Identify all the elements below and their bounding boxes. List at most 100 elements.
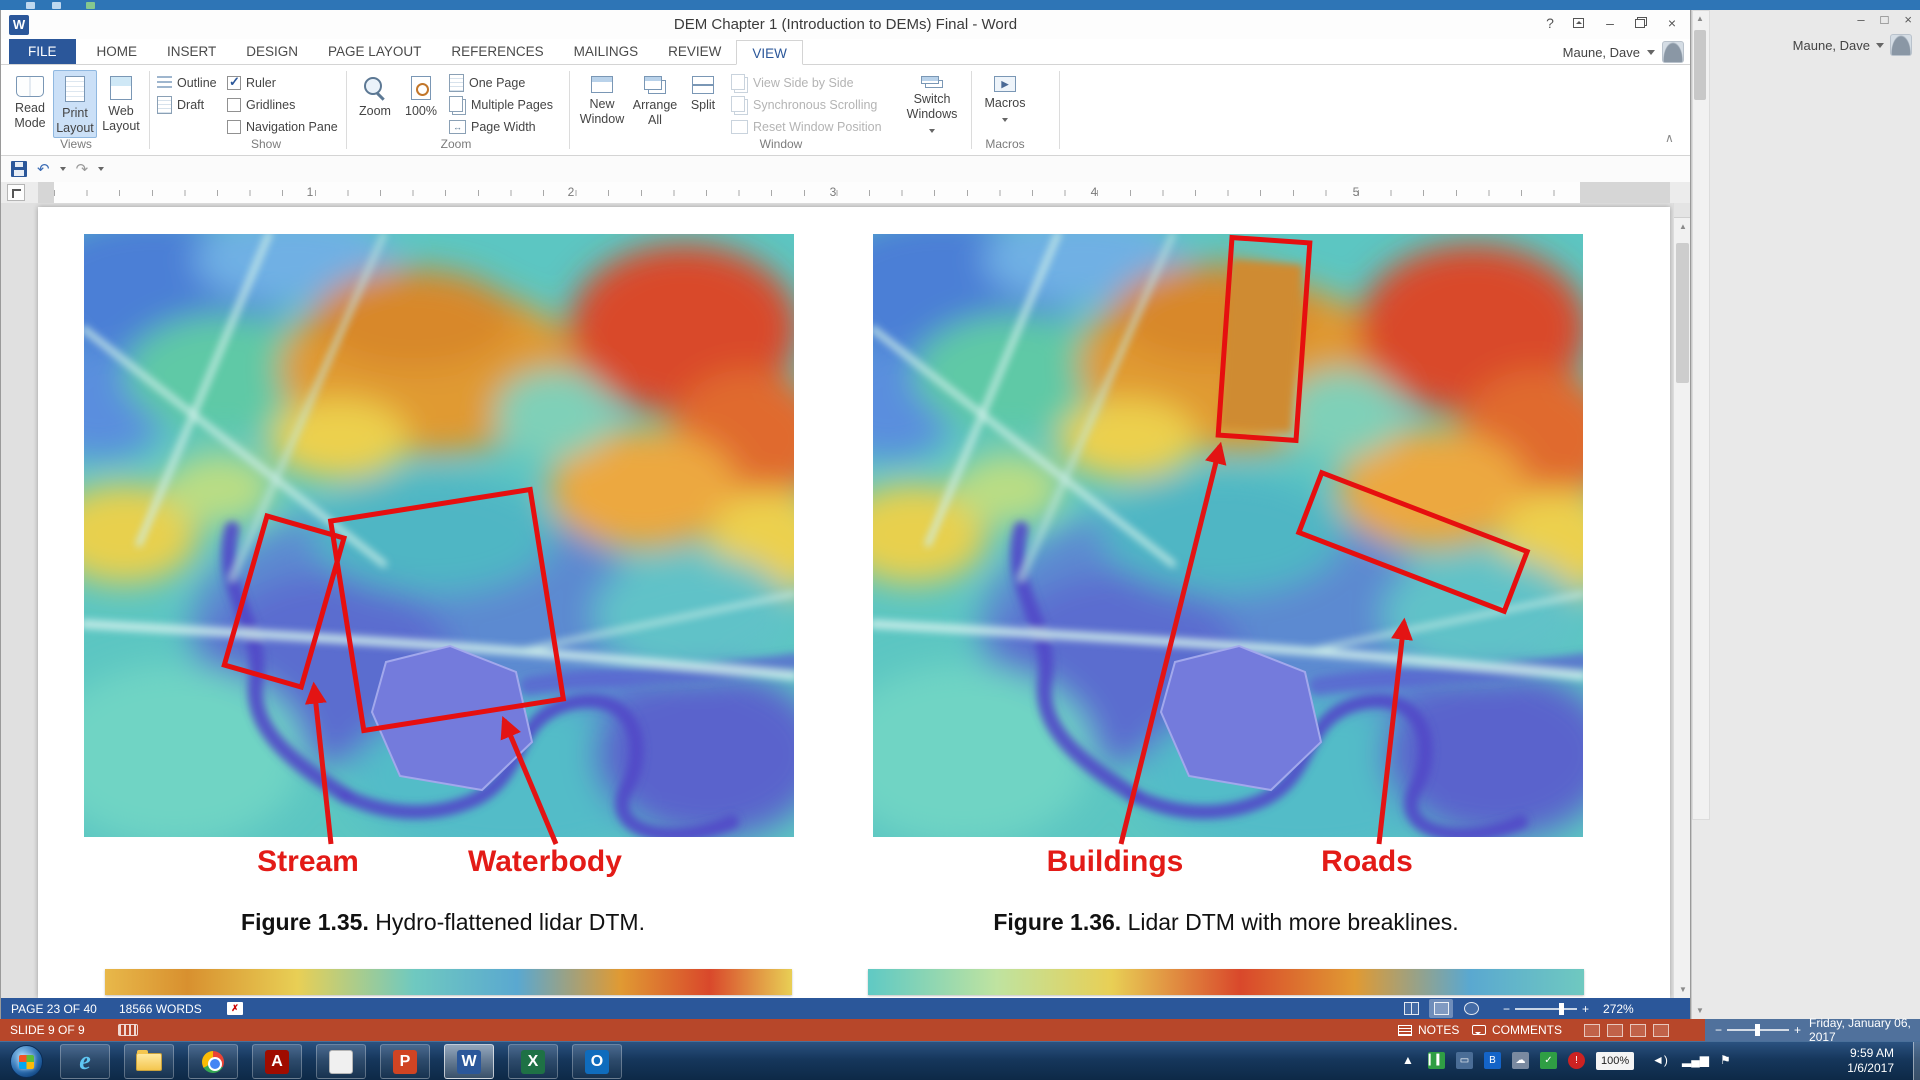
web-layout-button[interactable]: WebLayout xyxy=(99,70,143,138)
zoom-button[interactable]: Zoom xyxy=(353,70,397,138)
qat-customize-icon[interactable] xyxy=(98,167,104,171)
taskbar-clock[interactable]: 9:59 AM 1/6/2017 xyxy=(1847,1046,1894,1076)
update-badge-icon[interactable]: ! xyxy=(1568,1052,1585,1069)
keyboard-status[interactable] xyxy=(118,1019,138,1041)
minimize-button[interactable]: – xyxy=(1596,10,1624,36)
taskbar-powerpoint[interactable]: P xyxy=(380,1044,430,1079)
help-button[interactable]: ? xyxy=(1536,10,1564,36)
ppt-zoom-slider[interactable]: − + xyxy=(1715,1023,1801,1037)
outline-button[interactable]: Outline xyxy=(157,73,217,93)
tab-file[interactable]: FILE xyxy=(9,39,76,64)
background-save-icon[interactable] xyxy=(26,2,35,9)
taskbar-excel[interactable]: X xyxy=(508,1044,558,1079)
print-layout-button[interactable]: PrintLayout xyxy=(53,70,97,138)
tab-insert[interactable]: INSERT xyxy=(152,39,231,64)
split-handle[interactable] xyxy=(1674,203,1690,218)
normal-view-icon[interactable] xyxy=(1584,1024,1600,1037)
background-redo-icon[interactable] xyxy=(86,2,95,9)
word-count[interactable]: 18566 WORDS xyxy=(119,998,202,1019)
tab-page-layout[interactable]: PAGE LAYOUT xyxy=(313,39,436,64)
tab-references[interactable]: REFERENCES xyxy=(436,39,558,64)
scrollbar-thumb[interactable] xyxy=(1676,243,1689,383)
one-page-button[interactable]: One Page xyxy=(449,73,525,93)
background-scrollbar[interactable]: ▲ ▼ xyxy=(1692,10,1710,820)
gridlines-checkbox[interactable]: Gridlines xyxy=(227,95,295,115)
zoom-in-icon[interactable]: + xyxy=(1582,1002,1589,1016)
start-button[interactable] xyxy=(10,1045,43,1078)
print-layout-view-button[interactable] xyxy=(1429,999,1453,1018)
battery-indicator[interactable]: 100% xyxy=(1596,1052,1634,1070)
ppt-zoom-track[interactable] xyxy=(1727,1029,1789,1031)
action-center-flag-icon[interactable]: ⚑ xyxy=(1720,1053,1731,1067)
background-restore-button[interactable]: □ xyxy=(1881,12,1889,27)
network-icon[interactable]: ▂▄▆ xyxy=(1682,1053,1709,1067)
ruler-checkbox[interactable]: Ruler xyxy=(227,73,276,93)
comments-button[interactable]: COMMENTS xyxy=(1472,1019,1562,1041)
collapse-ribbon-icon[interactable]: ∧ xyxy=(1665,131,1674,145)
show-hidden-icons-button[interactable]: ▲ xyxy=(1402,1053,1414,1067)
scroll-up-icon[interactable]: ▲ xyxy=(1692,11,1708,27)
onedrive-icon[interactable]: ☁ xyxy=(1512,1052,1529,1069)
arrange-all-button[interactable]: ArrangeAll xyxy=(629,70,681,138)
draft-button[interactable]: Draft xyxy=(157,95,204,115)
close-button[interactable]: × xyxy=(1658,10,1686,36)
ppt-zoom-thumb[interactable] xyxy=(1755,1024,1760,1036)
tab-design[interactable]: DESIGN xyxy=(231,39,313,64)
macros-button[interactable]: ▶ Macros xyxy=(979,70,1031,138)
show-desktop-button[interactable] xyxy=(1913,1042,1920,1080)
zoom-slider-thumb[interactable] xyxy=(1559,1003,1564,1015)
activity-monitor-icon[interactable]: ▎▍ xyxy=(1428,1052,1445,1069)
navigation-pane-checkbox[interactable]: Navigation Pane xyxy=(227,117,338,137)
read-mode-button[interactable]: ReadMode xyxy=(9,70,51,138)
slideshow-view-icon[interactable] xyxy=(1653,1024,1669,1037)
read-mode-view-button[interactable] xyxy=(1399,999,1423,1018)
zoom-slider[interactable]: − + xyxy=(1503,1002,1589,1016)
web-layout-view-button[interactable] xyxy=(1459,999,1483,1018)
taskbar-file-explorer[interactable] xyxy=(124,1044,174,1079)
redo-button[interactable]: ↷ xyxy=(76,160,89,178)
zoom-in-icon[interactable]: + xyxy=(1794,1023,1801,1037)
taskbar-chrome[interactable] xyxy=(188,1044,238,1079)
tab-home[interactable]: HOME xyxy=(82,39,153,64)
scroll-up-icon[interactable]: ▲ xyxy=(1674,219,1690,235)
slide-indicator[interactable]: SLIDE 9 OF 9 xyxy=(10,1019,85,1041)
save-button[interactable] xyxy=(11,161,27,177)
switch-windows-button[interactable]: SwitchWindows xyxy=(901,70,963,138)
page-width-button[interactable]: ↔ Page Width xyxy=(449,117,536,137)
display-icon[interactable]: ▭ xyxy=(1456,1052,1473,1069)
security-shield-icon[interactable]: ✓ xyxy=(1540,1052,1557,1069)
notes-button[interactable]: NOTES xyxy=(1398,1019,1459,1041)
zoom-slider-track[interactable] xyxy=(1515,1008,1577,1010)
taskbar-outlook[interactable]: O xyxy=(572,1044,622,1079)
bluetooth-icon[interactable]: B xyxy=(1484,1052,1501,1069)
zoom-out-icon[interactable]: − xyxy=(1503,1002,1510,1016)
taskbar-adobe-reader[interactable]: A xyxy=(252,1044,302,1079)
scroll-down-icon[interactable]: ▼ xyxy=(1692,1003,1708,1019)
user-account[interactable]: Maune, Dave xyxy=(1563,41,1684,63)
undo-dropdown-icon[interactable] xyxy=(60,167,66,171)
zoom-level[interactable]: 272% xyxy=(1603,1002,1634,1016)
tab-review[interactable]: REVIEW xyxy=(653,39,736,64)
background-minimize-button[interactable]: – xyxy=(1857,12,1864,27)
page-indicator[interactable]: PAGE 23 OF 40 xyxy=(11,998,97,1019)
tab-mailings[interactable]: MAILINGS xyxy=(559,39,654,64)
taskbar-word[interactable]: W xyxy=(444,1044,494,1079)
ribbon-display-options-button[interactable] xyxy=(1564,10,1592,36)
multiple-pages-button[interactable]: Multiple Pages xyxy=(449,95,553,115)
scrollbar-thumb[interactable] xyxy=(1694,30,1706,100)
restore-button[interactable] xyxy=(1626,10,1654,36)
proofing-status[interactable]: ✗ xyxy=(227,998,243,1019)
volume-icon[interactable]: ◄) xyxy=(1652,1053,1668,1067)
new-window-button[interactable]: NewWindow xyxy=(577,70,627,138)
undo-button[interactable]: ↶ xyxy=(37,160,50,178)
split-button[interactable]: Split xyxy=(683,70,723,138)
tab-selector[interactable] xyxy=(7,184,25,201)
background-close-button[interactable]: × xyxy=(1904,12,1912,27)
zoom-out-icon[interactable]: − xyxy=(1715,1023,1722,1037)
taskbar-internet-explorer[interactable]: e xyxy=(60,1044,110,1079)
background-user-account[interactable]: Maune, Dave xyxy=(1793,34,1912,56)
document-scrollbar[interactable]: ▲ ▼ xyxy=(1673,203,1690,998)
slide-sorter-view-icon[interactable] xyxy=(1607,1024,1623,1037)
taskbar-generic-app[interactable] xyxy=(316,1044,366,1079)
scroll-down-icon[interactable]: ▼ xyxy=(1674,982,1690,998)
